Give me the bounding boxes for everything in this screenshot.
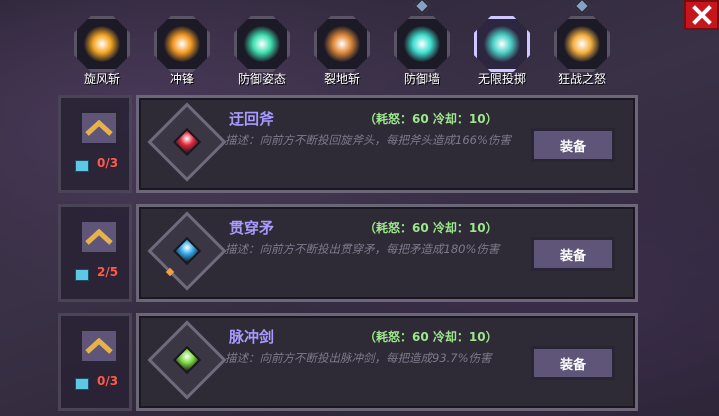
- close-icon: [691, 5, 712, 25]
- skill-row-3: 0/3 脉冲剑 （耗怒：60 冷却：10） 描述：向前方不断投出脉冲剑，每把造成…: [58, 313, 638, 415]
- berserk-rage-icon: [564, 26, 600, 62]
- upgrade-button[interactable]: [79, 110, 119, 146]
- skill-name: 旋风斩: [83, 72, 120, 86]
- fragment-icon: [75, 160, 89, 172]
- diamond-marker-icon: [413, 0, 431, 15]
- skill-stats: （耗怒：60 冷却：10）: [364, 221, 498, 235]
- close-button[interactable]: [684, 0, 719, 30]
- diamond-marker-icon: [573, 0, 591, 15]
- ground-split-icon: [324, 26, 360, 62]
- skill-slot-infinite-throw[interactable]: 无限投掷: [462, 6, 542, 90]
- fragment-icon: [75, 378, 89, 390]
- skill-title: 贯穿矛: [229, 219, 275, 237]
- skill-name: 无限投掷: [477, 72, 526, 86]
- skill-slot-whirlwind-slash[interactable]: 旋风斩: [62, 6, 142, 90]
- chevron-up-icon: [85, 229, 113, 245]
- defense-stance-icon: [244, 26, 280, 62]
- skill-slot-charge[interactable]: 冲锋: [142, 6, 222, 90]
- skill-card: 脉冲剑 （耗怒：60 冷却：10） 描述：向前方不断投出脉冲剑，每把造成93.7…: [136, 313, 638, 411]
- skill-stats: （耗怒：60 冷却：10）: [364, 112, 498, 126]
- defense-wall-icon: [404, 26, 440, 62]
- skill-title: 脉冲剑: [229, 328, 275, 346]
- fragment-count: 0/3: [97, 156, 119, 170]
- equip-button[interactable]: 装备: [531, 128, 615, 162]
- fragment-count: 2/5: [97, 265, 119, 279]
- fragment-count: 0/3: [97, 374, 119, 388]
- charge-icon: [164, 26, 200, 62]
- level-box: 0/3: [58, 95, 132, 193]
- equip-button[interactable]: 装备: [531, 237, 615, 271]
- skill-name: 裂地斩: [323, 72, 360, 86]
- skill-row-2: 2/5 贯穿矛 （耗怒：60 冷却：10） 描述：向前方不断投出贯穿矛，每把矛造…: [58, 204, 638, 306]
- skill-name: 防御姿态: [237, 72, 286, 86]
- whirlwind-slash-icon: [84, 26, 120, 62]
- chevron-up-icon: [85, 338, 113, 354]
- level-box: 0/3: [58, 313, 132, 411]
- skill-name: 防御墙: [403, 72, 440, 86]
- skill-slot-berserk-rage[interactable]: 狂战之怒: [542, 0, 622, 90]
- skill-card: 迂回斧 （耗怒：60 冷却：10） 描述：向前方不断投回旋斧头，每把斧头造成16…: [136, 95, 638, 193]
- upgrade-button[interactable]: [79, 328, 119, 364]
- skill-slot-defense-stance[interactable]: 防御姿态: [222, 6, 302, 90]
- skill-description: 描述：向前方不断投出脉冲剑，每把造成93.7%伤害: [225, 351, 492, 365]
- skill-description: 描述：向前方不断投出贯穿矛，每把矛造成180%伤害: [225, 242, 500, 256]
- chevron-up-icon: [85, 120, 113, 136]
- skill-bar: 旋风斩 冲锋 防御姿态 裂地斩 防御墙 无限投掷 狂战之怒: [62, 0, 622, 90]
- fragment-icon: [75, 269, 89, 281]
- skill-stats: （耗怒：60 冷却：10）: [364, 330, 498, 344]
- upgrade-button[interactable]: [79, 219, 119, 255]
- skill-slot-ground-split[interactable]: 裂地斩: [302, 6, 382, 90]
- skill-name: 狂战之怒: [557, 72, 606, 86]
- skill-description: 描述：向前方不断投回旋斧头，每把斧头造成166%伤害: [225, 133, 511, 147]
- skill-name: 冲锋: [169, 72, 194, 86]
- infinite-throw-icon: [484, 26, 520, 62]
- skill-row-1: 0/3 迂回斧 （耗怒：60 冷却：10） 描述：向前方不断投回旋斧头，每把斧头…: [58, 95, 638, 197]
- level-box: 2/5: [58, 204, 132, 302]
- skill-slot-defense-wall[interactable]: 防御墙: [382, 0, 462, 90]
- equip-button[interactable]: 装备: [531, 346, 615, 380]
- skill-title: 迂回斧: [229, 110, 275, 128]
- skill-card: 贯穿矛 （耗怒：60 冷却：10） 描述：向前方不断投出贯穿矛，每把矛造成180…: [136, 204, 638, 302]
